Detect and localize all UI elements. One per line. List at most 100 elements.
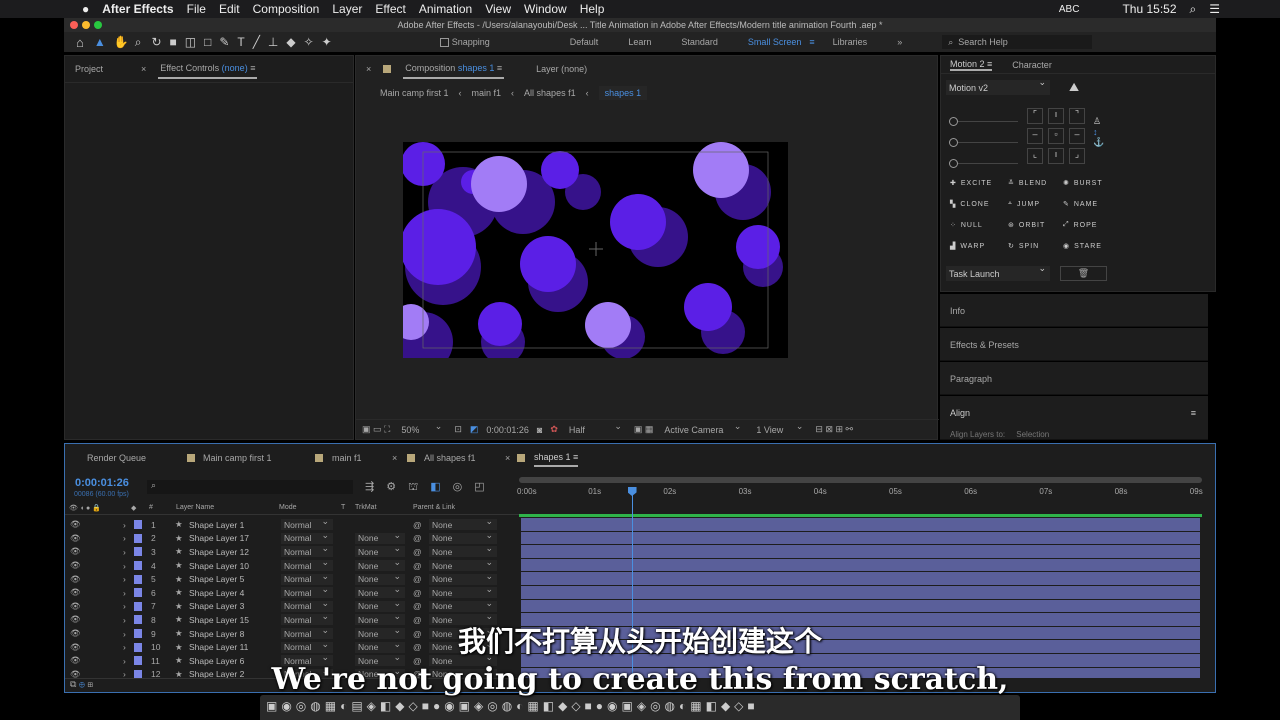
jump-button[interactable]: ⩡ JUMP: [1008, 200, 1040, 208]
workspace-learn[interactable]: Learn: [628, 37, 651, 47]
layer-row[interactable]: 👁 › 3 ★ Shape Layer 12 Normal None @ Non…: [65, 543, 520, 559]
label-color[interactable]: [134, 574, 142, 584]
workspace-menu-icon[interactable]: ≡: [809, 37, 814, 47]
breadcrumb-item[interactable]: Main camp first 1: [380, 88, 449, 98]
tab-effect-controls[interactable]: Effect Controls (none) ≡: [158, 59, 258, 79]
tab-main-camp-first-1[interactable]: Main camp first 1: [203, 453, 272, 463]
composition-viewer[interactable]: [403, 142, 788, 358]
workspace-libraries[interactable]: Libraries: [833, 37, 868, 47]
workspace-small-screen[interactable]: Small Screen: [748, 37, 802, 47]
current-time[interactable]: 0:00:01:26: [75, 477, 129, 489]
label-color[interactable]: [134, 547, 142, 557]
excite-button[interactable]: ✚ EXCITE: [950, 179, 992, 188]
layer-duration-bar[interactable]: [521, 572, 1200, 585]
label-color[interactable]: [134, 601, 142, 611]
name-button[interactable]: ✎ NAME: [1063, 200, 1098, 209]
tab-all-shapes-f1[interactable]: All shapes f1: [424, 453, 476, 463]
tool-icons[interactable]: ↻■◫□✎T╱⊥◆✧✦: [151, 35, 339, 49]
close-icon[interactable]: ×: [366, 64, 371, 74]
snapping-toggle[interactable]: Snapping: [439, 37, 490, 47]
layer-name[interactable]: Shape Layer 3: [189, 601, 244, 611]
layer-row[interactable]: 👁 › 2 ★ Shape Layer 17 Normal None @ Non…: [65, 530, 520, 546]
tab-shapes-1[interactable]: shapes 1 ≡: [534, 449, 579, 467]
expand-chevron-icon[interactable]: ›: [123, 574, 126, 584]
mask-toggle-icon[interactable]: ◩: [470, 424, 479, 435]
anchor-icon[interactable]: ♙ ↕ ⚓: [1093, 116, 1104, 148]
tab-motion[interactable]: Motion 2 ≡: [950, 59, 993, 71]
channel-icon[interactable]: ✿: [550, 424, 558, 435]
close-icon[interactable]: ×: [141, 64, 146, 74]
paragraph-panel[interactable]: Paragraph: [940, 362, 1208, 395]
blend-mode-dropdown[interactable]: Normal: [281, 530, 333, 544]
minimize-window-icon[interactable]: [82, 21, 90, 29]
layer-duration-bar[interactable]: [521, 586, 1200, 599]
rope-button[interactable]: ⤢ ROPE: [1063, 221, 1097, 229]
camera-dropdown[interactable]: Active Camera: [661, 421, 745, 435]
task-launch-dropdown[interactable]: Task Launch: [946, 263, 1050, 281]
null-button[interactable]: ⁘ NULL: [950, 221, 983, 230]
search-icon[interactable]: ⌕: [1190, 2, 1197, 17]
selection-tool-icon[interactable]: ▲: [94, 35, 106, 49]
layer-name[interactable]: Shape Layer 4: [189, 588, 244, 598]
visibility-eye-icon[interactable]: 👁: [70, 519, 81, 530]
trkmat-dropdown[interactable]: None: [355, 584, 405, 599]
effects-presets-panel[interactable]: Effects & Presets: [940, 328, 1208, 361]
region-icon[interactable]: ⊡: [454, 424, 462, 435]
visibility-eye-icon[interactable]: 👁: [70, 601, 81, 612]
viewer-icons[interactable]: ▣ ▭ ⛶: [362, 424, 390, 435]
tab-render-queue[interactable]: Render Queue: [87, 453, 146, 463]
motion-preset-dropdown[interactable]: Motion v2: [946, 77, 1050, 95]
workspace-default[interactable]: Default: [570, 37, 599, 47]
blend-mode-dropdown[interactable]: Normal: [281, 584, 333, 599]
apple-icon[interactable]: ●: [82, 2, 89, 16]
parent-dropdown[interactable]: None: [429, 557, 497, 572]
layer-name[interactable]: Shape Layer 10: [189, 561, 249, 571]
parent-dropdown[interactable]: None: [429, 571, 497, 585]
workspace-standard[interactable]: Standard: [681, 37, 718, 47]
clock[interactable]: Thu 15:52: [1122, 2, 1176, 16]
visibility-eye-icon[interactable]: 👁: [70, 546, 81, 557]
trkmat-dropdown[interactable]: None: [355, 543, 405, 558]
parent-dropdown[interactable]: None: [429, 543, 497, 558]
warp-button[interactable]: ▟ WARP: [950, 242, 985, 251]
expand-chevron-icon[interactable]: ›: [123, 588, 126, 598]
expand-chevron-icon[interactable]: ›: [123, 561, 126, 571]
menu-help[interactable]: Help: [580, 2, 605, 16]
parent-dropdown[interactable]: None: [429, 518, 497, 531]
visibility-eye-icon[interactable]: 👁: [70, 574, 81, 585]
label-color[interactable]: [134, 561, 142, 571]
zoom-dropdown[interactable]: 50%: [398, 421, 446, 435]
align-title[interactable]: Align: [950, 408, 970, 418]
layer-row[interactable]: 👁 › 4 ★ Shape Layer 10 Normal None @ Non…: [65, 557, 520, 573]
label-color[interactable]: [134, 588, 142, 598]
pickwhip-icon[interactable]: @: [413, 561, 422, 571]
close-window-icon[interactable]: [70, 21, 78, 29]
views-dropdown[interactable]: 1 View: [753, 421, 807, 435]
burst-button[interactable]: ✺ BURST: [1063, 179, 1103, 188]
visibility-eye-icon[interactable]: 👁: [70, 533, 81, 544]
resolution-dropdown[interactable]: Half: [566, 421, 626, 435]
pickwhip-icon[interactable]: @: [413, 588, 422, 598]
transparency-grid-icon[interactable]: ▣ ▦: [634, 424, 654, 435]
blend-mode-dropdown[interactable]: Normal: [281, 518, 333, 531]
timeline-switch-icons[interactable]: ⇶⚙⛫◧◎◰: [365, 480, 497, 495]
search-help-input[interactable]: ⌕ Search Help: [942, 35, 1093, 49]
breadcrumb-item[interactable]: All shapes f1: [524, 88, 576, 98]
expand-chevron-icon[interactable]: ›: [123, 520, 126, 530]
blend-mode-dropdown[interactable]: Normal: [281, 543, 333, 558]
spin-button[interactable]: ↻ SPIN: [1008, 242, 1039, 251]
pickwhip-icon[interactable]: @: [413, 533, 422, 543]
app-menu[interactable]: After Effects: [102, 2, 173, 16]
zoom-tool-icon[interactable]: ⌕: [135, 35, 142, 50]
tab-composition[interactable]: Composition shapes 1 ≡: [403, 59, 505, 79]
motion-sliders[interactable]: [949, 111, 1018, 174]
tab-main-f1[interactable]: main f1: [332, 453, 362, 463]
trkmat-dropdown[interactable]: None: [355, 571, 405, 585]
pickwhip-icon[interactable]: @: [413, 520, 422, 530]
menu-view[interactable]: View: [485, 2, 511, 16]
visibility-eye-icon[interactable]: 👁: [70, 560, 81, 571]
layer-duration-bar[interactable]: [521, 531, 1200, 545]
trash-icon[interactable]: 🗑: [1060, 266, 1107, 281]
viewer-extra-icons[interactable]: ⊟ ⊠ ⊞ ⚯: [815, 424, 853, 435]
input-source[interactable]: ABC: [1059, 4, 1080, 15]
